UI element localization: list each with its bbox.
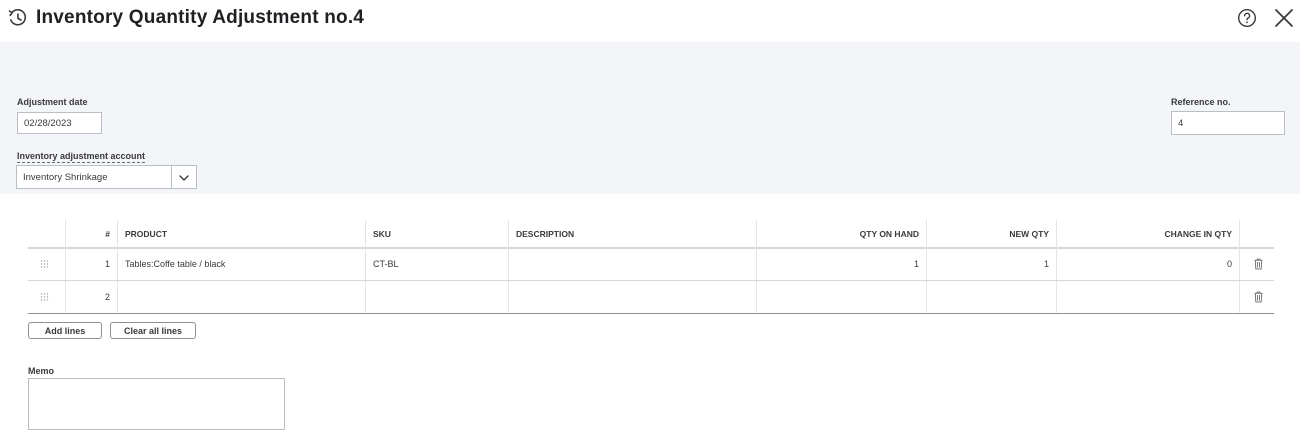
column-header-description-text: DESCRIPTION (516, 228, 575, 239)
product-cell[interactable] (117, 281, 365, 313)
change-in-qty-cell[interactable]: 0 (1056, 247, 1239, 280)
chevron-down-icon[interactable] (177, 171, 191, 185)
line-number-cell: 1 (65, 247, 117, 280)
drag-cell (28, 247, 65, 280)
column-header-new-qty: NEW QTY (926, 220, 1056, 247)
column-header-sku-text: SKU (373, 228, 391, 239)
column-header-product-text: PRODUCT (125, 228, 168, 239)
page-header: Inventory Quantity Adjustment no.4 (0, 0, 1300, 42)
column-header-number: # (65, 220, 117, 247)
actions-column-header (1239, 220, 1274, 247)
table-row[interactable]: 1 Tables:Coffe table / black CT-BL 1 1 0 (28, 247, 1274, 281)
sku-cell (365, 281, 508, 313)
history-icon[interactable] (8, 8, 28, 28)
column-header-product: PRODUCT (117, 220, 365, 247)
account-select[interactable]: Inventory Shrinkage (16, 165, 197, 189)
description-cell[interactable] (508, 281, 756, 313)
column-header-change-in-qty: CHANGE IN QTY (1056, 220, 1239, 247)
account-select-value: Inventory Shrinkage (23, 172, 108, 183)
description-cell[interactable] (508, 247, 756, 280)
page-title: Inventory Quantity Adjustment no.4 (36, 7, 365, 28)
change-in-qty-cell[interactable] (1056, 281, 1239, 313)
line-number: 2 (104, 292, 110, 302)
help-icon[interactable] (1237, 8, 1257, 28)
product-value: Tables:Coffe table / black (125, 258, 226, 269)
memo-textarea[interactable] (28, 378, 285, 430)
column-header-qty-on-hand: QTY ON HAND (756, 220, 926, 247)
reference-input[interactable]: 4 (1171, 111, 1285, 135)
column-header-number-text: # (105, 228, 110, 239)
table-row[interactable]: 2 (28, 281, 1274, 314)
trash-icon[interactable] (1254, 258, 1263, 269)
drag-cell (28, 281, 65, 313)
select-divider (171, 166, 172, 188)
new-qty-value: 1 (1043, 258, 1049, 269)
product-cell[interactable]: Tables:Coffe table / black (117, 247, 365, 280)
sku-cell: CT-BL (365, 247, 508, 280)
change-in-qty-value: 0 (1226, 258, 1232, 269)
add-lines-button[interactable]: Add lines (28, 322, 102, 339)
line-number: 1 (104, 258, 110, 269)
drag-handle-icon[interactable] (40, 259, 49, 268)
column-header-sku: SKU (365, 220, 508, 247)
sku-value: CT-BL (373, 258, 399, 269)
reference-label: Reference no. (1171, 97, 1231, 107)
delete-cell (1239, 281, 1274, 313)
line-number-cell: 2 (65, 281, 117, 313)
delete-cell (1239, 247, 1274, 280)
memo-label: Memo (28, 366, 55, 376)
account-label-wrap: Inventory adjustment account (17, 151, 146, 163)
qty-on-hand-value: 1 (913, 258, 919, 269)
drag-column-header (28, 220, 65, 247)
adjustment-date-label: Adjustment date (17, 97, 88, 107)
clear-all-lines-button[interactable]: Clear all lines (110, 322, 196, 339)
column-header-qty-on-hand-text: QTY ON HAND (859, 228, 919, 239)
new-qty-cell[interactable]: 1 (926, 247, 1056, 280)
new-qty-cell[interactable] (926, 281, 1056, 313)
column-header-new-qty-text: NEW QTY (1009, 228, 1049, 239)
trash-icon[interactable] (1254, 291, 1263, 303)
qty-on-hand-cell: 1 (756, 247, 926, 280)
table-header-row: # PRODUCT SKU DESCRIPTION QTY ON HAND NE… (28, 220, 1274, 249)
qty-on-hand-cell (756, 281, 926, 313)
account-label: Inventory adjustment account (17, 151, 146, 163)
close-icon[interactable] (1273, 7, 1295, 29)
column-header-description: DESCRIPTION (508, 220, 756, 247)
column-header-change-in-qty-text: CHANGE IN QTY (1164, 228, 1232, 239)
drag-handle-icon[interactable] (40, 293, 49, 302)
adjustment-date-input[interactable]: 02/28/2023 (17, 112, 102, 134)
